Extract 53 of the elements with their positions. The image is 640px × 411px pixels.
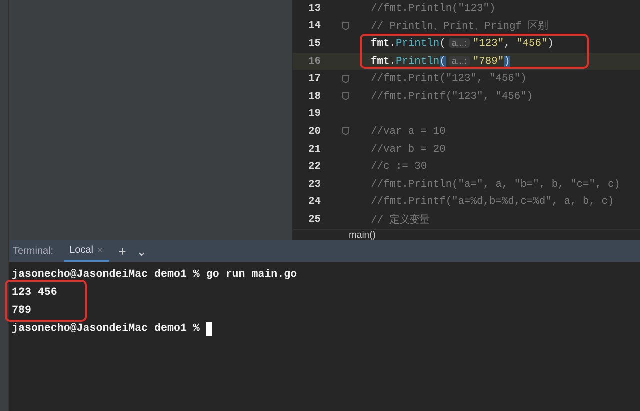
line-number: 22	[308, 161, 321, 174]
line-number: 24	[308, 196, 321, 208]
function-name: Println	[396, 56, 440, 68]
code-punctuation: .	[390, 56, 396, 68]
code-comment: //fmt.Printf("a=%d,b=%d,c=%d", a, b, c)	[371, 196, 614, 208]
line-number: 25	[308, 214, 321, 226]
fold-icon[interactable]	[342, 74, 350, 84]
code-punctuation: ,	[504, 38, 512, 50]
line-number: 15	[308, 38, 321, 50]
terminal-line: 789	[12, 305, 32, 317]
string-literal: "789"	[472, 56, 504, 68]
code-punctuation: (	[440, 38, 446, 50]
code-comment: //c := 30	[371, 161, 428, 174]
text-cursor	[206, 322, 212, 336]
matched-paren: )	[504, 56, 510, 68]
function-name: Println	[396, 38, 440, 50]
fold-icon[interactable]	[342, 92, 350, 102]
package-name: fmt	[371, 56, 390, 68]
parameter-hint: a...:	[448, 56, 470, 66]
terminal-line: jasonecho@JasondeiMac demo1 %	[12, 323, 200, 335]
line-number: 16	[308, 56, 321, 68]
code-punctuation: )	[548, 38, 554, 50]
matched-paren: (	[440, 56, 446, 68]
dropdown-button[interactable]: ⌄	[136, 244, 148, 258]
code-comment: //var a = 10	[371, 126, 446, 138]
breadcrumb[interactable]: main()	[349, 230, 376, 241]
line-number: 14	[308, 20, 321, 32]
string-literal: "123"	[472, 38, 504, 50]
code-punctuation: .	[390, 38, 396, 50]
code-comment: //fmt.Println("a=", a, "b=", b, "c=", c)	[371, 178, 620, 191]
line-number: 20	[308, 126, 321, 138]
code-comment: // Println、Print、Pringf 区别	[371, 21, 548, 34]
line-number: 23	[308, 178, 321, 191]
line-number: 21	[308, 144, 321, 156]
code-comment: //fmt.Println("123")	[371, 2, 496, 15]
terminal-label: Terminal:	[13, 246, 54, 256]
line-number: 13	[308, 2, 321, 15]
fold-icon[interactable]	[342, 127, 350, 136]
add-tab-button[interactable]: +	[118, 244, 126, 258]
string-literal: "456"	[516, 38, 548, 50]
line-number: 17	[308, 73, 321, 86]
terminal-line: jasonecho@JasondeiMac demo1 % go run main.go	[12, 269, 298, 281]
fold-icon[interactable]	[342, 22, 350, 31]
code-comment: //fmt.Print("123", "456")	[371, 73, 527, 86]
terminal-tab[interactable]: Local ×	[64, 240, 109, 262]
code-comment: //fmt.Printf("123", "456")	[371, 90, 534, 103]
package-name: fmt	[371, 38, 390, 50]
terminal-line: 123 456	[12, 287, 58, 299]
line-number: 18	[308, 90, 321, 103]
parameter-hint: a...:	[448, 38, 470, 48]
code-comment: //var b = 20	[371, 144, 446, 156]
line-number: 19	[308, 108, 321, 120]
code-comment: // 定义变量	[371, 214, 430, 227]
